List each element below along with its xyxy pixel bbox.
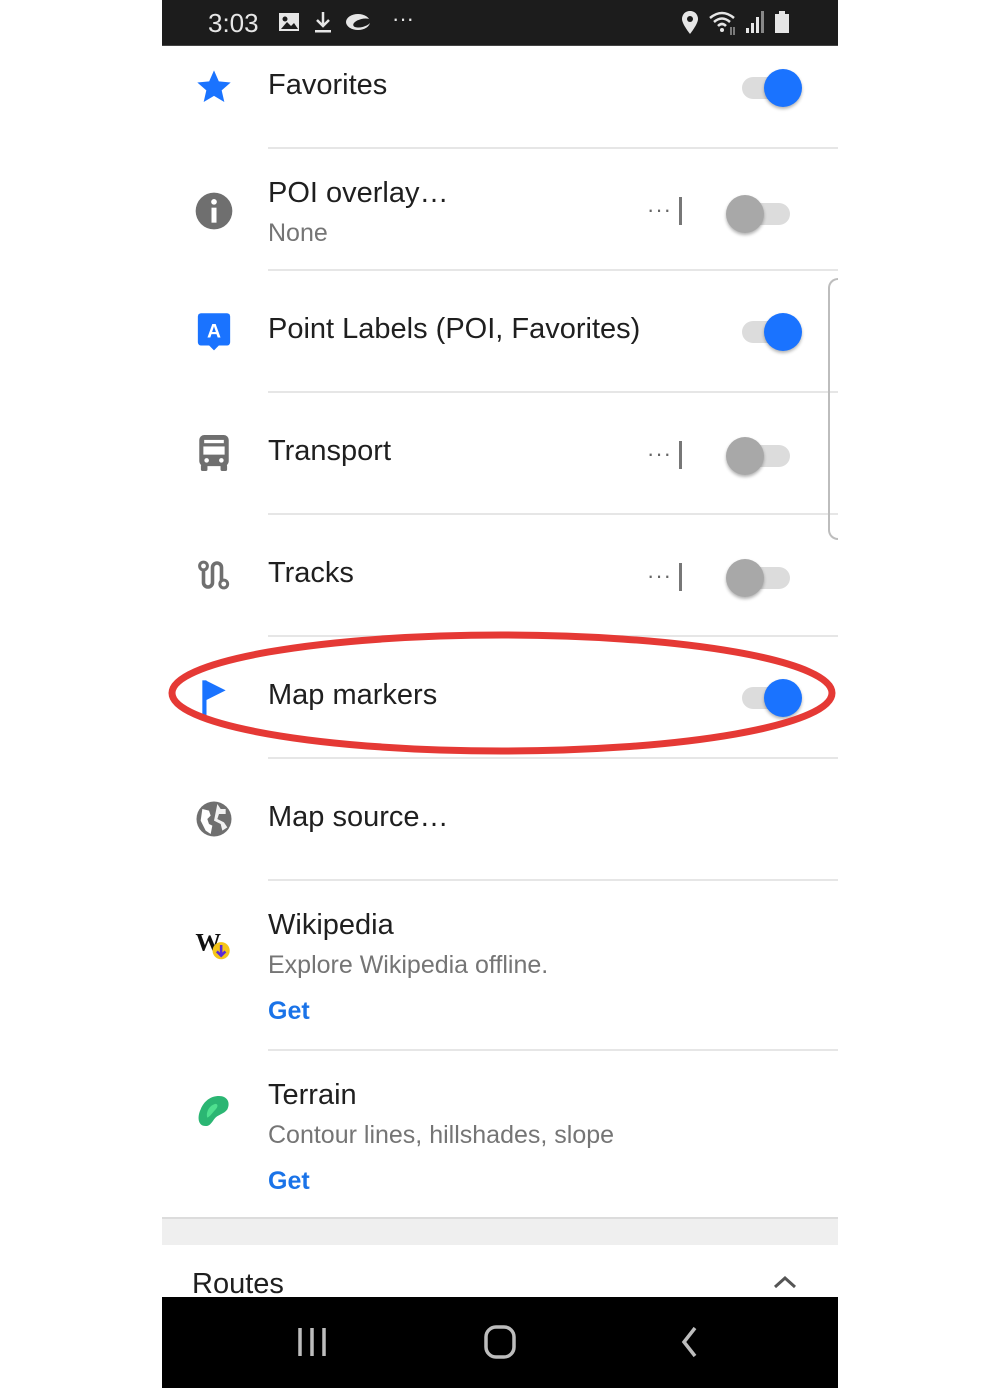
separator — [679, 197, 682, 225]
layer-title: Wikipedia — [268, 909, 394, 941]
scrollbar[interactable] — [828, 278, 838, 540]
layer-row-favorites[interactable]: Favorites — [162, 45, 838, 149]
layer-title: Favorites — [268, 69, 388, 101]
separator — [679, 563, 682, 591]
layer-title: Tracks — [268, 557, 354, 589]
layer-title: Map source… — [268, 801, 449, 833]
layer-row-tracks[interactable]: Tracks ··· — [162, 515, 838, 637]
gallery-icon — [279, 13, 299, 31]
info-icon — [194, 191, 234, 231]
more-notifications-icon: ··· — [392, 6, 414, 31]
wikipedia-get-button[interactable]: Get — [268, 997, 310, 1026]
route-icon — [194, 555, 234, 595]
location-icon — [682, 11, 698, 34]
layer-row-map-markers[interactable]: Map markers — [162, 637, 838, 759]
tracks-options-button[interactable]: ··· — [647, 563, 672, 589]
recent-apps-icon[interactable] — [292, 1325, 332, 1359]
layers-list: Favorites POI overlay… None ··· A Point … — [162, 45, 838, 1219]
layer-title: Terrain — [268, 1079, 357, 1111]
star-icon — [194, 67, 234, 107]
map-markers-toggle[interactable] — [740, 675, 802, 719]
poi-overlay-toggle[interactable] — [726, 191, 800, 235]
wikipedia-icon: W — [194, 925, 234, 965]
layer-subtitle: None — [268, 219, 328, 247]
terrain-icon — [194, 1091, 234, 1131]
label-icon: A — [194, 311, 234, 351]
point-labels-toggle[interactable] — [740, 309, 802, 353]
wifi-icon — [709, 11, 735, 35]
svg-text:A: A — [207, 320, 221, 342]
layer-row-terrain: Terrain Contour lines, hillshades, slope… — [162, 1051, 838, 1219]
status-bar: 3:03 ··· — [162, 0, 838, 46]
layer-title: Transport — [268, 435, 392, 467]
home-icon[interactable] — [480, 1325, 520, 1359]
layer-row-map-source[interactable]: Map source… — [162, 759, 838, 881]
poi-overlay-options-button[interactable]: ··· — [647, 197, 672, 223]
download-icon — [315, 12, 331, 33]
layer-subtitle: Explore Wikipedia offline. — [268, 951, 549, 979]
layer-subtitle: Contour lines, hillshades, slope — [268, 1121, 615, 1149]
layer-row-wikipedia: W Wikipedia Explore Wikipedia offline. G… — [162, 881, 838, 1051]
tracks-toggle[interactable] — [726, 555, 800, 599]
layer-title: POI overlay… — [268, 177, 449, 209]
back-icon[interactable] — [670, 1325, 710, 1359]
transport-toggle[interactable] — [726, 433, 800, 477]
chevron-up-icon[interactable] — [772, 1272, 798, 1292]
terrain-get-button[interactable]: Get — [268, 1167, 310, 1196]
layer-title: Point Labels (POI, Favorites) — [268, 313, 641, 345]
flag-icon — [194, 677, 234, 717]
signal-icon — [746, 11, 764, 33]
layer-row-poi-overlay[interactable]: POI overlay… None ··· — [162, 149, 838, 271]
battery-icon — [775, 11, 789, 33]
phone-screen: 3:03 ··· Favorites POI overlay… None ···… — [162, 0, 838, 1388]
cloud-icon — [346, 14, 371, 30]
bus-icon — [194, 433, 234, 473]
layer-title: Map markers — [268, 679, 438, 711]
layer-row-transport[interactable]: Transport ··· — [162, 393, 838, 515]
globe-icon — [194, 799, 234, 839]
layer-row-point-labels[interactable]: A Point Labels (POI, Favorites) — [162, 271, 838, 393]
status-time: 3:03 — [208, 8, 259, 38]
transport-options-button[interactable]: ··· — [647, 441, 672, 467]
separator — [679, 441, 682, 469]
favorites-toggle[interactable] — [740, 65, 802, 109]
system-nav-bar — [162, 1297, 838, 1388]
section-divider — [162, 1217, 838, 1245]
